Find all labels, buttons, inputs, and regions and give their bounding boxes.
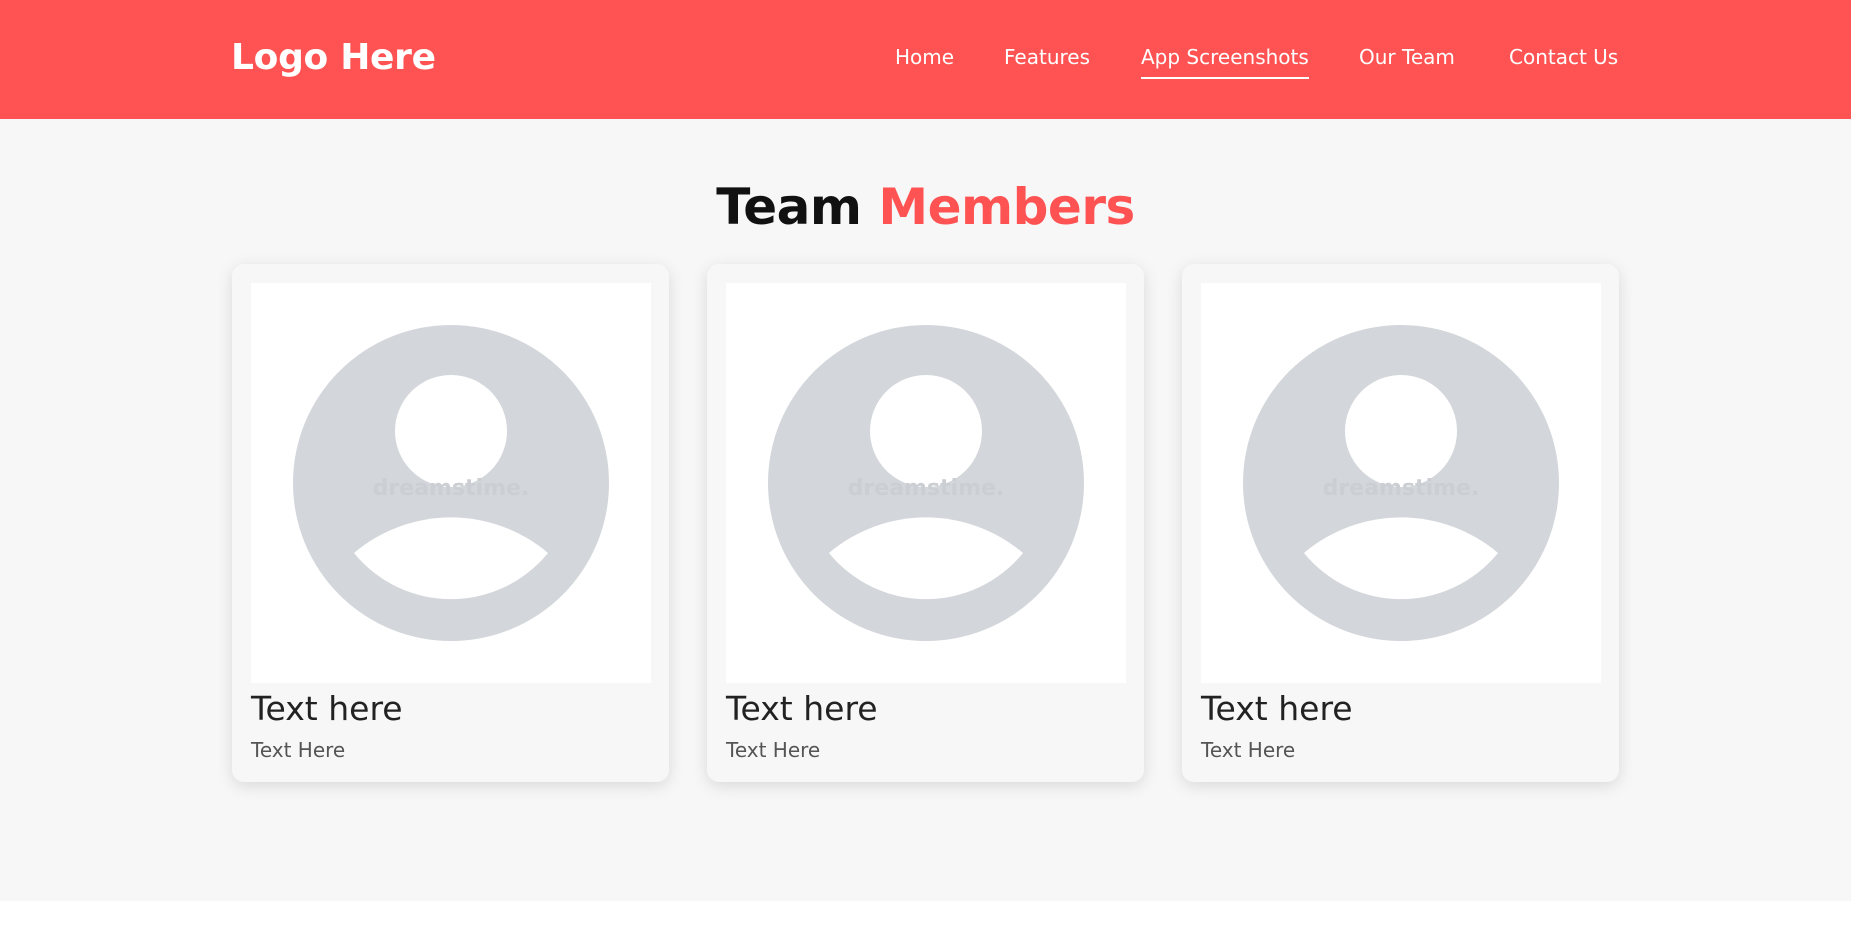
- team-card[interactable]: dreamstime. Text here Text Here: [1182, 264, 1619, 782]
- member-name: Text here: [1201, 689, 1353, 728]
- section-title: Team Members: [0, 175, 1851, 239]
- nav-features[interactable]: Features: [1004, 44, 1090, 70]
- watermark-text: dreamstime.: [373, 476, 530, 501]
- title-part-members: Members: [878, 178, 1135, 236]
- title-part-team: Team: [716, 178, 862, 236]
- main-nav: Home Features App Screenshots Our Team C…: [895, 44, 1620, 79]
- member-photo: dreamstime.: [251, 283, 651, 683]
- watermark-text: dreamstime.: [848, 476, 1005, 501]
- team-card[interactable]: dreamstime. Text here Text Here: [232, 264, 669, 782]
- member-role: Text Here: [726, 738, 821, 762]
- nav-home[interactable]: Home: [895, 44, 954, 70]
- nav-contact-us[interactable]: Contact Us: [1509, 44, 1618, 70]
- member-photo: dreamstime.: [1201, 283, 1601, 683]
- member-role: Text Here: [1201, 738, 1296, 762]
- member-photo: dreamstime.: [726, 283, 1126, 683]
- nav-app-screenshots[interactable]: App Screenshots: [1141, 44, 1309, 79]
- team-card[interactable]: dreamstime. Text here Text Here: [707, 264, 1144, 782]
- team-section: Team Members dreamstime. Text here Text …: [0, 119, 1851, 901]
- member-name: Text here: [251, 689, 403, 728]
- watermark-text: dreamstime.: [1323, 476, 1480, 501]
- person-avatar-icon: dreamstime.: [768, 325, 1084, 641]
- person-avatar-icon: dreamstime.: [1243, 325, 1559, 641]
- site-header: Logo Here Home Features App Screenshots …: [0, 0, 1851, 119]
- nav-our-team[interactable]: Our Team: [1359, 44, 1455, 70]
- person-avatar-icon: dreamstime.: [293, 325, 609, 641]
- member-role: Text Here: [251, 738, 346, 762]
- logo[interactable]: Logo Here: [231, 36, 436, 80]
- member-name: Text here: [726, 689, 878, 728]
